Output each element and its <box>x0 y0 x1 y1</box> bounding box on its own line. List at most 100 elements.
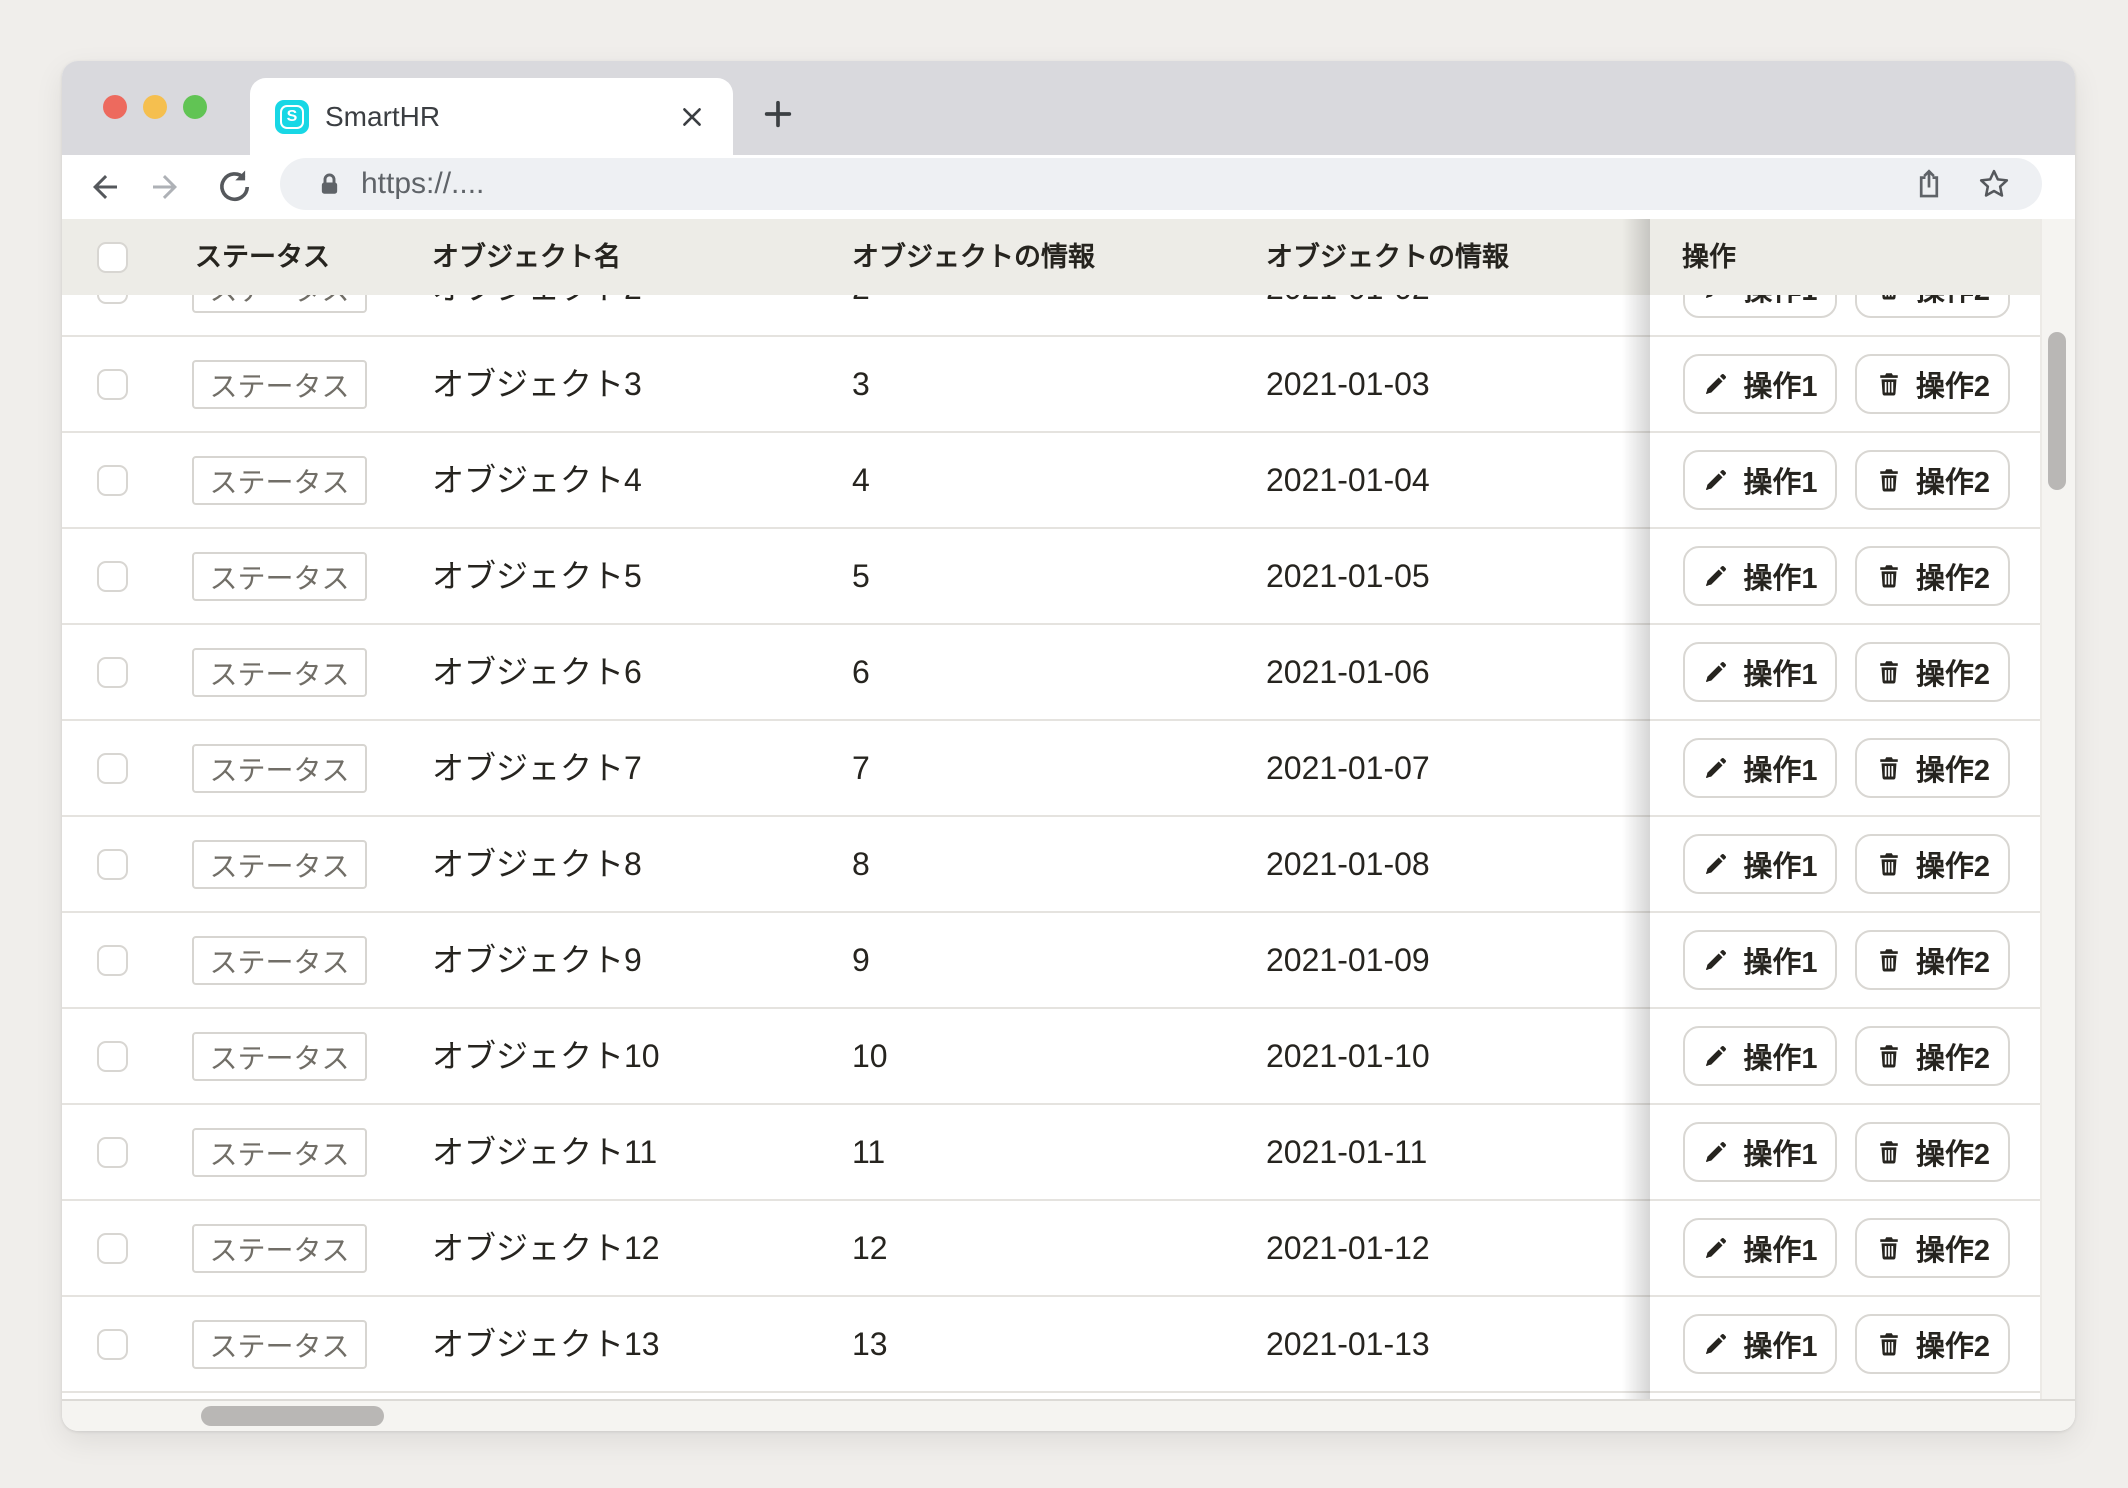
action-1-button[interactable]: 操作1 <box>1683 738 1837 798</box>
trash-icon <box>1875 658 1903 686</box>
trash-icon <box>1875 946 1903 974</box>
pencil-icon <box>1702 1234 1730 1262</box>
reload-icon[interactable] <box>213 165 257 209</box>
action-2-button[interactable]: 操作2 <box>1855 450 2010 510</box>
back-icon[interactable] <box>83 165 127 209</box>
object-name-cell: オブジェクト9 <box>432 913 642 1007</box>
action-1-label: 操作1 <box>1743 939 1817 981</box>
minimize-window-button[interactable] <box>143 95 167 119</box>
horizontal-scrollbar-thumb[interactable] <box>201 1406 384 1426</box>
actions-row: 操作1 操作2 <box>1650 817 2040 913</box>
pencil-icon <box>1702 370 1730 398</box>
maximize-window-button[interactable] <box>183 95 207 119</box>
action-2-button[interactable]: 操作2 <box>1855 738 2010 798</box>
action-1-button[interactable]: 操作1 <box>1683 1314 1837 1374</box>
object-date-cell: 2021-01-04 <box>1266 433 1430 527</box>
action-2-button[interactable]: 操作2 <box>1855 546 2010 606</box>
action-2-button[interactable]: 操作2 <box>1855 1026 2010 1086</box>
bookmark-star-icon[interactable] <box>1976 166 2012 202</box>
url-text: https://.... <box>361 167 1912 201</box>
action-2-button[interactable]: 操作2 <box>1855 1218 2010 1278</box>
object-date-cell: 2021-01-12 <box>1266 1201 1430 1295</box>
url-bar[interactable]: https://.... <box>280 158 2042 210</box>
horizontal-scrollbar[interactable] <box>62 1399 2075 1431</box>
row-checkbox[interactable] <box>97 657 128 688</box>
action-1-button[interactable]: 操作1 <box>1683 354 1837 414</box>
action-1-button[interactable]: 操作1 <box>1683 1026 1837 1086</box>
action-1-button[interactable]: 操作1 <box>1683 834 1837 894</box>
row-checkbox[interactable] <box>97 561 128 592</box>
object-name-cell: オブジェクト3 <box>432 337 642 431</box>
row-checkbox[interactable] <box>97 753 128 784</box>
action-1-button[interactable]: 操作1 <box>1683 642 1837 702</box>
action-2-label: 操作2 <box>1916 651 1990 693</box>
action-2-button[interactable]: 操作2 <box>1855 834 2010 894</box>
row-checkbox[interactable] <box>97 849 128 880</box>
status-badge: ステータス <box>192 552 367 601</box>
select-all-checkbox[interactable] <box>97 242 128 273</box>
close-window-button[interactable] <box>103 95 127 119</box>
object-info-cell: 8 <box>852 817 870 911</box>
share-icon[interactable] <box>1912 167 1946 201</box>
vertical-scrollbar-thumb[interactable] <box>2048 332 2066 490</box>
actions-row: 操作1 操作2 <box>1650 625 2040 721</box>
object-info-cell: 11 <box>852 1105 885 1199</box>
action-1-label: 操作1 <box>1743 1227 1817 1269</box>
header-status: ステータス <box>195 219 330 295</box>
object-date-cell: 2021-01-03 <box>1266 337 1430 431</box>
action-2-button[interactable]: 操作2 <box>1855 1122 2010 1182</box>
window-controls <box>103 95 207 119</box>
object-date-cell: 2021-01-09 <box>1266 913 1430 1007</box>
actions-row: 操作1 操作2 <box>1650 913 2040 1009</box>
pencil-icon <box>1702 850 1730 878</box>
row-checkbox[interactable] <box>97 465 128 496</box>
pencil-icon <box>1702 946 1730 974</box>
object-name-cell: オブジェクト13 <box>432 1297 660 1391</box>
pencil-icon <box>1702 562 1730 590</box>
object-date-cell: 2021-01-13 <box>1266 1297 1430 1391</box>
forward-icon[interactable] <box>143 165 187 209</box>
object-date-cell: 2021-01-07 <box>1266 721 1430 815</box>
action-2-button[interactable]: 操作2 <box>1855 1314 2010 1374</box>
actions-row: 操作1 操作2 <box>1650 433 2040 529</box>
trash-icon <box>1875 1138 1903 1166</box>
action-1-button[interactable]: 操作1 <box>1683 1122 1837 1182</box>
header-object-info-1: オブジェクトの情報 <box>852 219 1095 295</box>
row-checkbox[interactable] <box>97 1137 128 1168</box>
action-1-button[interactable]: 操作1 <box>1683 930 1837 990</box>
object-info-cell: 5 <box>852 529 870 623</box>
row-checkbox[interactable] <box>97 369 128 400</box>
action-1-button[interactable]: 操作1 <box>1683 1218 1837 1278</box>
row-checkbox[interactable] <box>97 1329 128 1360</box>
object-date-cell: 2021-01-06 <box>1266 625 1430 719</box>
row-checkbox[interactable] <box>97 945 128 976</box>
object-info-cell: 3 <box>852 337 870 431</box>
row-checkbox[interactable] <box>97 1233 128 1264</box>
table-viewport: ステータス オブジェクト2 2 2021-01-02 ステータス オブジェクト3… <box>62 219 2075 1399</box>
new-tab-button[interactable] <box>758 94 798 134</box>
vertical-scrollbar[interactable] <box>2040 219 2075 1399</box>
action-2-button[interactable]: 操作2 <box>1855 354 2010 414</box>
smarthr-favicon-icon: S <box>275 100 309 134</box>
tab-close-icon[interactable] <box>677 102 707 132</box>
action-1-button[interactable]: 操作1 <box>1683 546 1837 606</box>
action-2-button[interactable]: 操作2 <box>1855 642 2010 702</box>
header-actions: 操作 <box>1682 219 1736 295</box>
action-1-label: 操作1 <box>1743 651 1817 693</box>
action-2-label: 操作2 <box>1916 1323 1990 1365</box>
actions-row: 操作1 操作2 <box>1650 337 2040 433</box>
actions-row: 操作1 操作2 <box>1650 1297 2040 1393</box>
action-1-label: 操作1 <box>1743 1035 1817 1077</box>
row-checkbox[interactable] <box>97 1041 128 1072</box>
fixed-column-shadow <box>1622 219 1650 1399</box>
pencil-icon <box>1702 1138 1730 1166</box>
action-1-label: 操作1 <box>1743 747 1817 789</box>
browser-window: S SmartHR <box>62 61 2075 1431</box>
object-info-cell: 9 <box>852 913 870 1007</box>
action-2-label: 操作2 <box>1916 1131 1990 1173</box>
object-name-cell: オブジェクト4 <box>432 433 642 527</box>
action-2-button[interactable]: 操作2 <box>1855 930 2010 990</box>
browser-tab[interactable]: S SmartHR <box>250 78 733 155</box>
object-info-cell: 7 <box>852 721 870 815</box>
action-1-button[interactable]: 操作1 <box>1683 450 1837 510</box>
